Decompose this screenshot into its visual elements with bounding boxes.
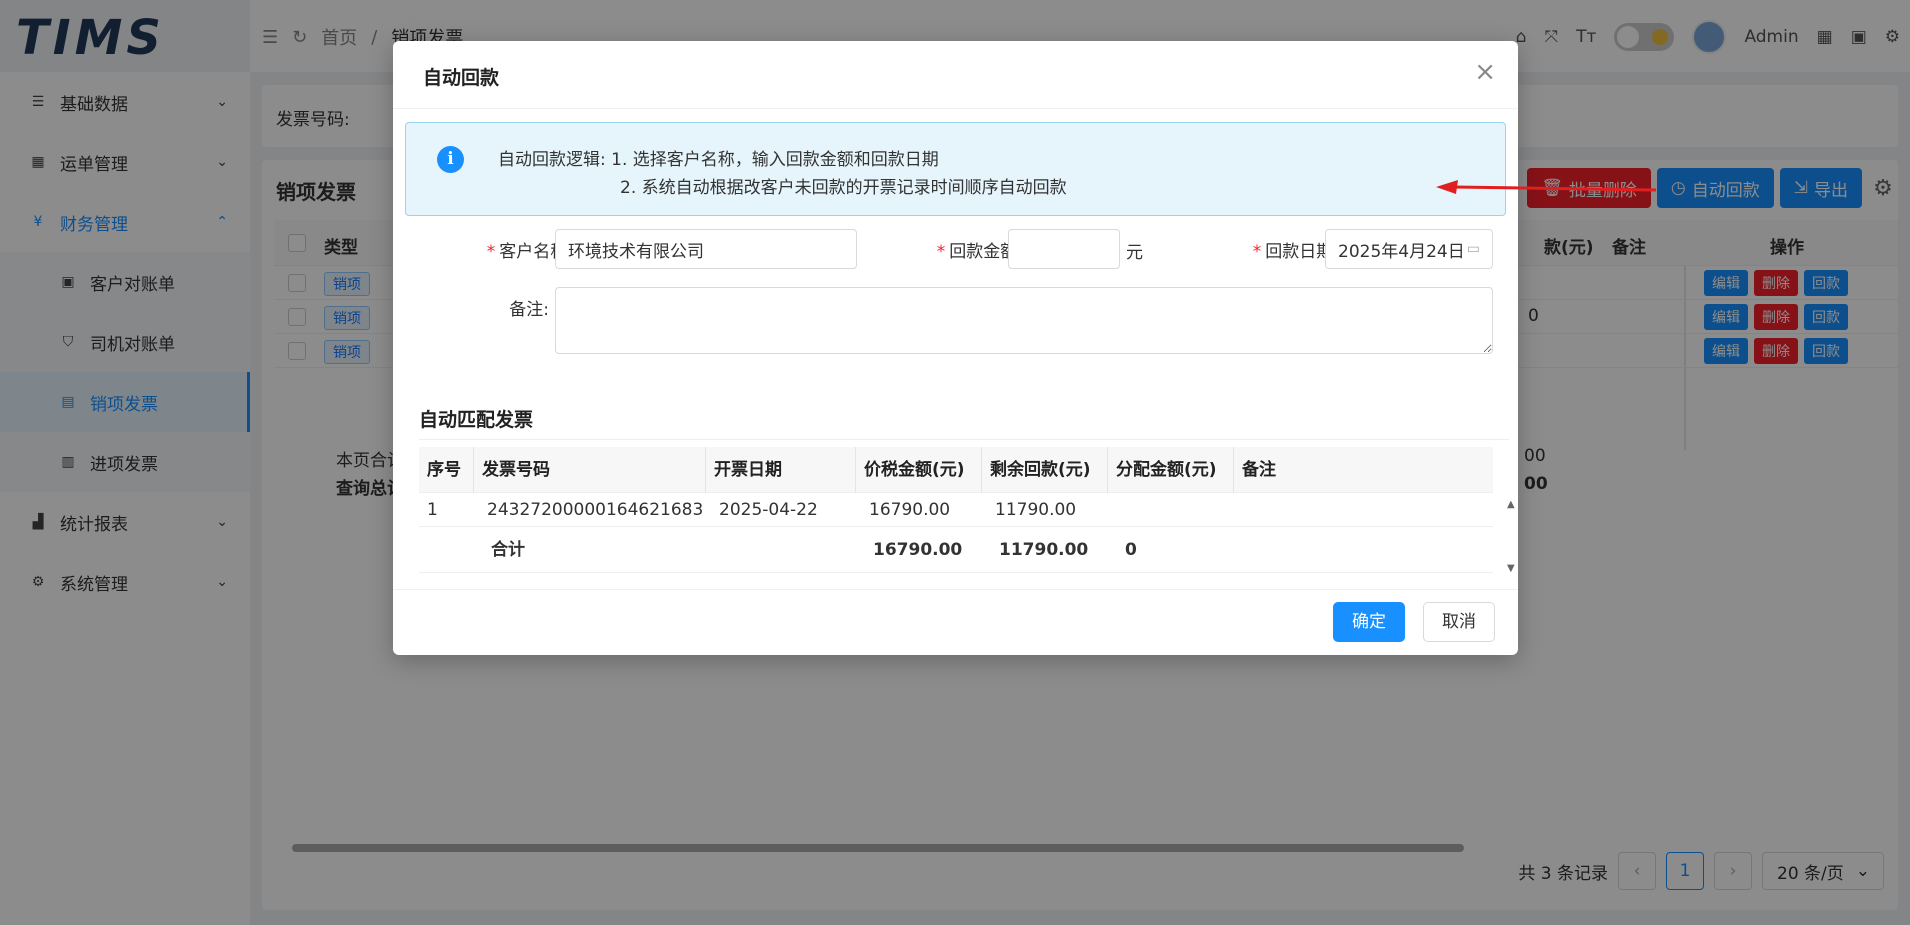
invoice-date-cell: 2025-04-22 xyxy=(719,500,818,520)
dialog-title: 自动回款 xyxy=(423,67,500,89)
customer-name-field[interactable] xyxy=(555,229,857,269)
sum-tax-amount: 16790.00 xyxy=(873,540,963,560)
column-tax-amount: 价税金额(元) xyxy=(855,447,981,493)
column-index: 序号 xyxy=(427,460,461,480)
matched-invoice-table: 序号 发票号码 开票日期 价税金额(元) 剩余回款(元) 分配金额(元) 备注 … xyxy=(419,447,1515,574)
dialog-header: 自动回款 × xyxy=(393,41,1518,109)
cancel-button[interactable]: 取消 xyxy=(1423,602,1495,642)
remaining-cell: 11790.00 xyxy=(995,500,1077,520)
dialog-footer: 确定 取消 xyxy=(393,589,1518,655)
annotation-arrow-icon xyxy=(1436,180,1656,194)
required-mark: * xyxy=(936,242,946,262)
column-invoice-number: 发票号码 xyxy=(473,447,655,493)
close-icon[interactable]: × xyxy=(1474,57,1496,87)
column-remaining: 剩余回款(元) xyxy=(981,447,1107,493)
info-icon: i xyxy=(437,146,464,173)
info-alert: i 自动回款逻辑: 1. 选择客户名称，输入回款金额和回款日期 2. 系统自动根… xyxy=(405,122,1506,216)
section-title: 自动匹配发票 xyxy=(419,409,534,431)
payment-amount-field[interactable] xyxy=(1008,229,1120,269)
alert-line-2: 2. 系统自动根据改客户未回款的开票记录时间顺序自动回款 xyxy=(620,178,1067,198)
column-invoice-date: 开票日期 xyxy=(705,447,855,493)
scroll-down-icon[interactable]: ▼ xyxy=(1507,563,1515,574)
alert-line-1: 自动回款逻辑: 1. 选择客户名称，输入回款金额和回款日期 xyxy=(498,150,939,170)
invoice-number-cell: 24327200000164621683 xyxy=(487,500,704,520)
payment-date-label: * 回款日期: xyxy=(1219,237,1339,262)
sum-remaining: 11790.00 xyxy=(999,540,1089,560)
column-allocated: 分配金额(元) xyxy=(1107,447,1233,493)
amount-unit: 元 xyxy=(1126,243,1143,263)
sum-label: 合计 xyxy=(491,540,525,560)
table-sum-row: 合计 16790.00 11790.00 0 xyxy=(419,527,1493,573)
column-remark: 备注 xyxy=(1233,447,1483,493)
payment-date-picker[interactable]: 2025年4月24日 ▭ xyxy=(1325,229,1493,269)
section-divider xyxy=(419,439,1509,440)
confirm-button[interactable]: 确定 xyxy=(1333,602,1405,642)
required-mark: * xyxy=(486,242,496,262)
scroll-up-icon[interactable]: ▲ xyxy=(1507,499,1515,510)
required-mark: * xyxy=(1252,242,1262,262)
remark-cell xyxy=(1239,493,1247,527)
tax-amount-cell: 16790.00 xyxy=(869,500,951,520)
allocated-cell xyxy=(1113,493,1121,527)
auto-payment-dialog: 自动回款 × i 自动回款逻辑: 1. 选择客户名称，输入回款金额和回款日期 2… xyxy=(393,41,1518,655)
index-cell: 1 xyxy=(427,500,438,520)
table-header: 序号 发票号码 开票日期 价税金额(元) 剩余回款(元) 分配金额(元) 备注 xyxy=(419,447,1493,493)
remark-label: 备注: xyxy=(509,300,549,320)
date-value: 2025年4月24日 xyxy=(1338,241,1465,262)
table-row: 1 24327200000164621683 2025-04-22 16790.… xyxy=(419,493,1493,527)
remark-field[interactable] xyxy=(555,287,1493,354)
sum-allocated: 0 xyxy=(1125,540,1137,560)
calendar-icon: ▭ xyxy=(1466,241,1480,257)
payment-amount-label: * 回款金额: xyxy=(903,237,1023,262)
